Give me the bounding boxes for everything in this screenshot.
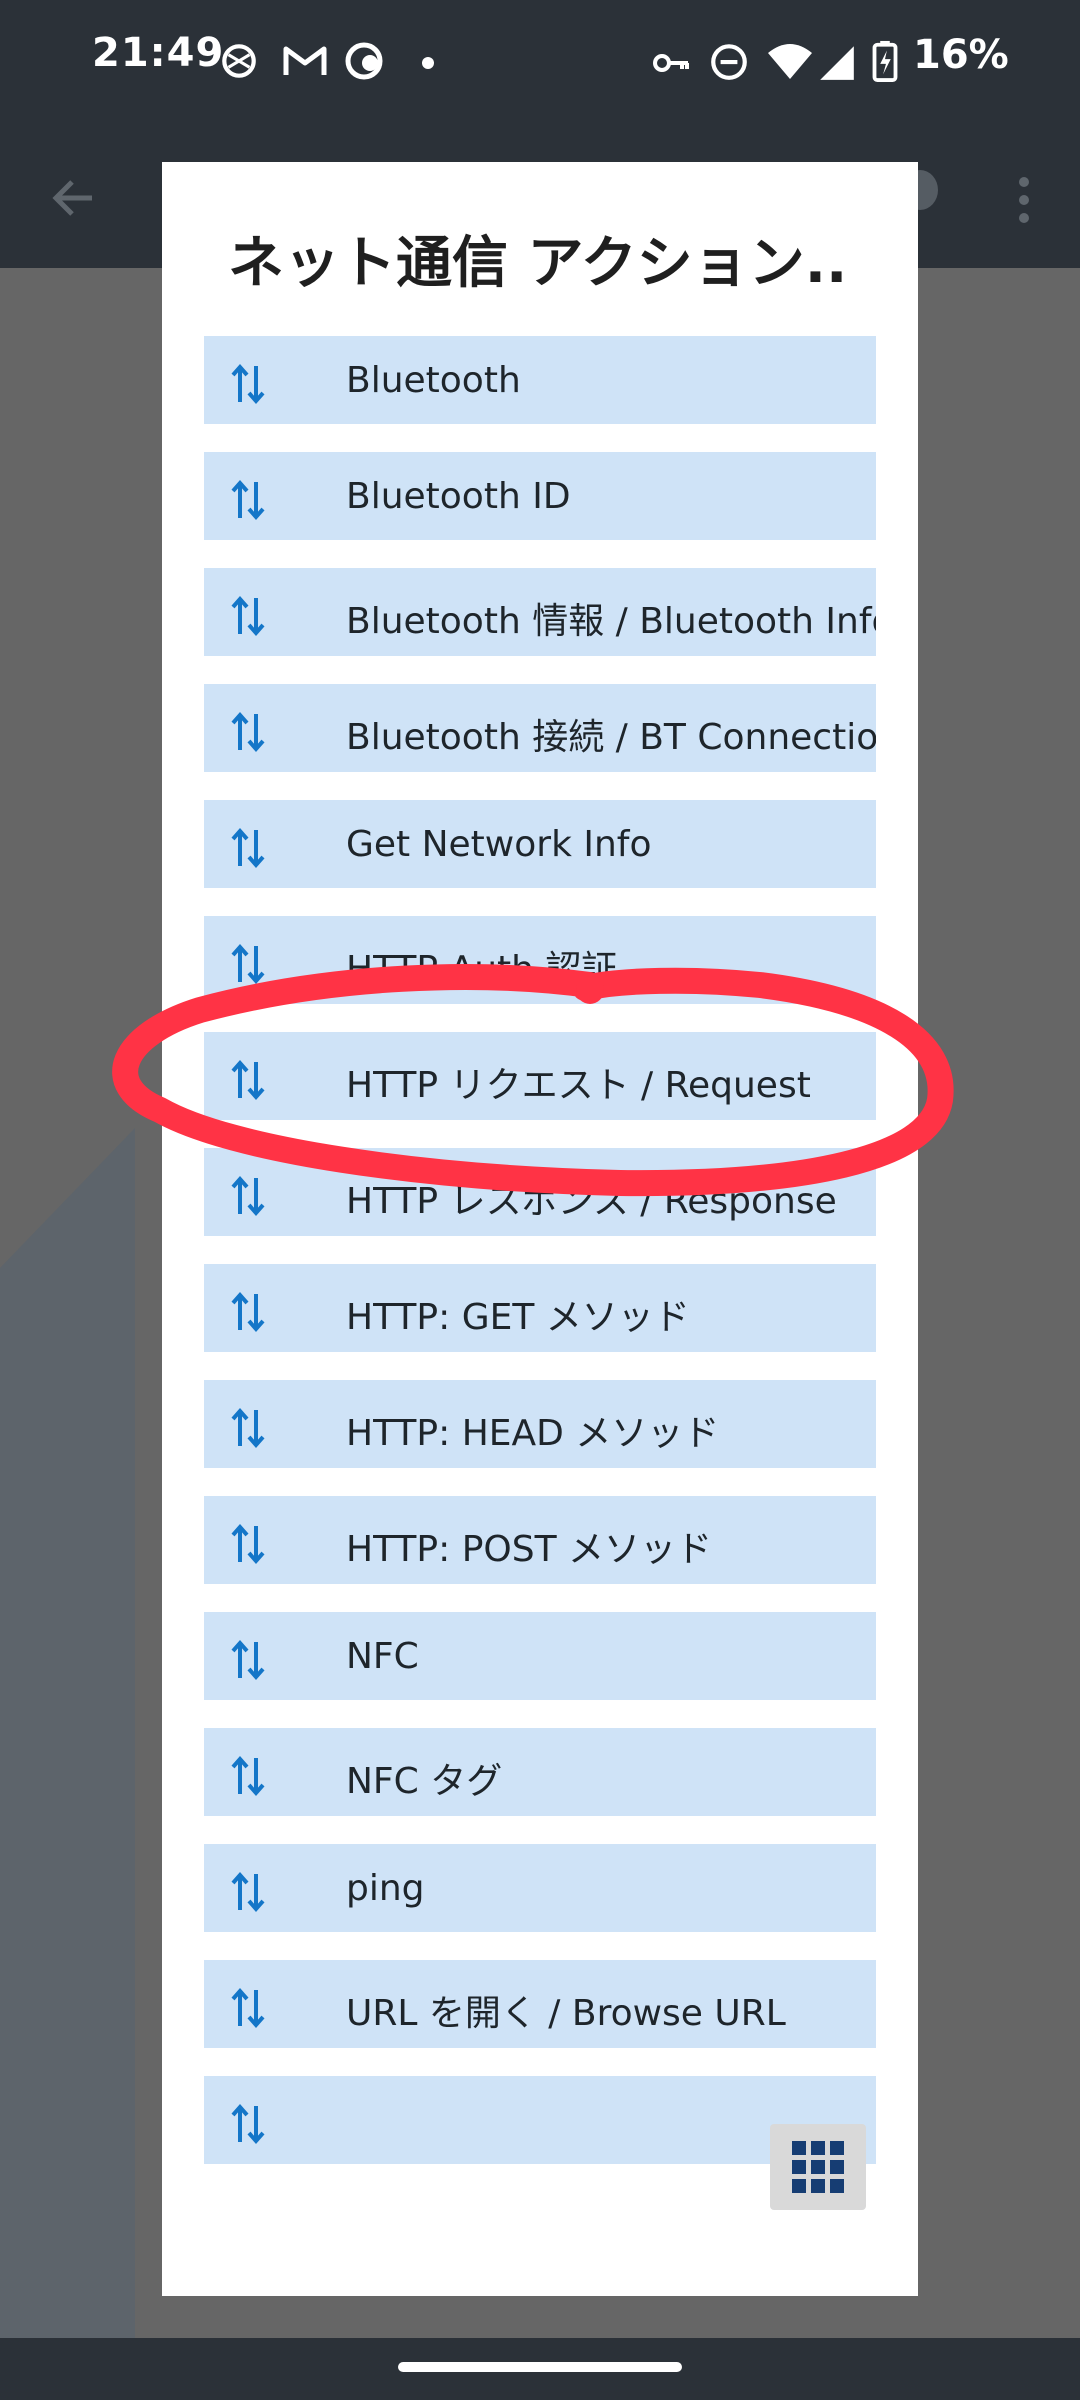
gmail-icon bbox=[283, 46, 327, 75]
list-item-label: HTTP: GET メソッド bbox=[346, 1297, 690, 1338]
signal-icon bbox=[820, 46, 854, 80]
list-item[interactable]: URL を開く / Browse URL bbox=[204, 1960, 876, 2048]
swap-vertical-icon bbox=[231, 943, 265, 985]
swap-vertical-icon bbox=[231, 827, 265, 869]
list-item[interactable]: HTTP レスポンス / Response bbox=[204, 1148, 876, 1236]
list-item-label: Bluetooth 情報 / Bluetooth Info bbox=[346, 601, 876, 642]
wifi-icon bbox=[768, 44, 812, 79]
list-item[interactable]: HTTP: HEAD メソッド bbox=[204, 1380, 876, 1468]
swap-vertical-icon bbox=[231, 2103, 265, 2145]
key-icon bbox=[653, 54, 689, 72]
list-item-label: HTTP: HEAD メソッド bbox=[346, 1413, 720, 1454]
list-item[interactable]: HTTP Auth 認証 bbox=[204, 916, 876, 1004]
more-vert-icon[interactable] bbox=[1010, 172, 1038, 228]
list-item-label: HTTP リクエスト / Request bbox=[346, 1065, 811, 1106]
list-item-label: NFC タグ bbox=[346, 1761, 503, 1802]
swap-vertical-icon bbox=[231, 1291, 265, 1333]
swap-vertical-icon bbox=[231, 1871, 265, 1913]
swap-vertical-icon bbox=[231, 1523, 265, 1565]
list-item[interactable]: ping bbox=[204, 1844, 876, 1932]
status-bar: 21:49 16% bbox=[0, 0, 1080, 130]
battery-percent: 16% bbox=[913, 32, 1009, 78]
list-item-label: HTTP: POST メソッド bbox=[346, 1529, 713, 1570]
list-item-label: Bluetooth bbox=[346, 360, 521, 401]
swap-vertical-icon bbox=[231, 1059, 265, 1101]
list-item[interactable]: Bluetooth bbox=[204, 336, 876, 424]
list-item[interactable]: Get Network Info bbox=[204, 800, 876, 888]
list-item-label: HTTP Auth 認証 bbox=[346, 949, 618, 990]
dot-icon bbox=[422, 57, 434, 69]
list-item[interactable]: HTTP リクエスト / Request bbox=[204, 1032, 876, 1120]
list-item[interactable]: HTTP: POST メソッド bbox=[204, 1496, 876, 1584]
whisker-app-icon bbox=[222, 44, 256, 78]
swap-vertical-icon bbox=[231, 363, 265, 405]
swap-vertical-icon bbox=[231, 595, 265, 637]
battery-charging-icon bbox=[872, 40, 898, 82]
list-item-label: URL を開く / Browse URL bbox=[346, 1993, 786, 2034]
swap-vertical-icon bbox=[231, 1755, 265, 1797]
cloud-icon bbox=[345, 42, 383, 80]
list-item-label: NFC bbox=[346, 1636, 419, 1677]
list-item[interactable]: Bluetooth 接続 / BT Connection bbox=[204, 684, 876, 772]
navigation-bar bbox=[0, 2338, 1080, 2400]
list-item[interactable]: NFC bbox=[204, 1612, 876, 1700]
list-item-label: Get Network Info bbox=[346, 824, 652, 865]
list-item[interactable]: HTTP: GET メソッド bbox=[204, 1264, 876, 1352]
home-gesture-handle[interactable] bbox=[398, 2362, 682, 2372]
list-item[interactable]: Bluetooth 情報 / Bluetooth Info bbox=[204, 568, 876, 656]
swap-vertical-icon bbox=[231, 1639, 265, 1681]
list-item[interactable]: NFC タグ bbox=[204, 1728, 876, 1816]
list-item[interactable]: Bluetooth ID bbox=[204, 452, 876, 540]
action-list[interactable]: Bluetooth Bluetooth ID Bluetooth 情報 / Blue… bbox=[204, 336, 876, 2250]
status-time: 21:49 bbox=[92, 30, 225, 76]
list-item-label: ping bbox=[346, 1868, 425, 1909]
swap-vertical-icon bbox=[231, 1987, 265, 2029]
list-item-label: HTTP レスポンス / Response bbox=[346, 1181, 837, 1222]
dnd-icon bbox=[711, 44, 747, 80]
swap-vertical-icon bbox=[231, 479, 265, 521]
list-item-label: Bluetooth ID bbox=[346, 476, 571, 517]
list-item-label: Bluetooth 接続 / BT Connection bbox=[346, 717, 876, 758]
grid-view-icon bbox=[792, 2141, 844, 2193]
swap-vertical-icon bbox=[231, 1175, 265, 1217]
action-picker-dialog: ネット通信 アクション... Bluetooth Bluetooth ID Blue… bbox=[162, 162, 918, 2296]
swap-vertical-icon bbox=[231, 1407, 265, 1449]
swap-vertical-icon bbox=[231, 711, 265, 753]
dialog-title: ネット通信 アクション... bbox=[228, 231, 848, 296]
grid-view-button[interactable] bbox=[770, 2124, 866, 2210]
back-arrow-icon[interactable] bbox=[48, 172, 100, 224]
